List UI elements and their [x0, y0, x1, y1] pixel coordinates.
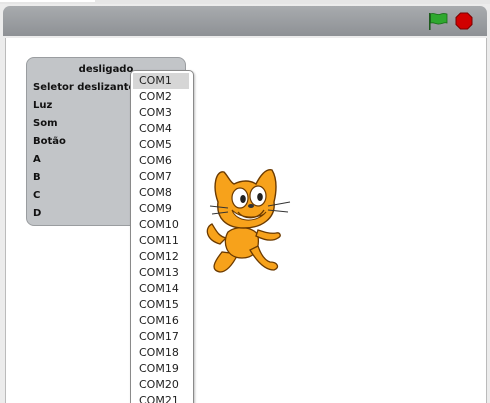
port-option-com4[interactable]: COM4	[133, 121, 189, 137]
port-option-com10[interactable]: COM10	[133, 217, 189, 233]
port-option-com18[interactable]: COM18	[133, 345, 189, 361]
port-option-com13[interactable]: COM13	[133, 265, 189, 281]
port-option-com20[interactable]: COM20	[133, 377, 189, 393]
sensor-label-c: C	[33, 190, 41, 201]
port-option-com7[interactable]: COM7	[133, 169, 189, 185]
sensor-label-b: B	[33, 172, 41, 183]
port-option-com19[interactable]: COM19	[133, 361, 189, 377]
port-option-com1[interactable]: COM1	[133, 73, 189, 89]
port-option-com3[interactable]: COM3	[133, 105, 189, 121]
port-option-com8[interactable]: COM8	[133, 185, 189, 201]
sensor-label-slider: Seletor deslizante	[33, 82, 136, 93]
top-strip	[0, 0, 490, 4]
port-option-com2[interactable]: COM2	[133, 89, 189, 105]
app-window: desligado Seletor deslizante Luz Som Bot…	[0, 0, 490, 403]
sensor-label-sound: Som	[33, 118, 58, 129]
port-option-com9[interactable]: COM9	[133, 201, 189, 217]
port-option-com15[interactable]: COM15	[133, 297, 189, 313]
top-strip-line	[0, 0, 95, 2]
stage-titlebar	[3, 6, 487, 36]
stage-canvas[interactable]: desligado Seletor deslizante Luz Som Bot…	[5, 38, 487, 403]
port-option-com11[interactable]: COM11	[133, 233, 189, 249]
port-option-com12[interactable]: COM12	[133, 249, 189, 265]
scratch-cat-sprite[interactable]	[202, 166, 298, 276]
port-option-com14[interactable]: COM14	[133, 281, 189, 297]
port-option-com17[interactable]: COM17	[133, 329, 189, 345]
port-option-com6[interactable]: COM6	[133, 153, 189, 169]
sensor-label-light: Luz	[33, 100, 53, 111]
sensor-label-a: A	[33, 154, 41, 165]
serial-port-dropdown[interactable]: COM1 COM2 COM3 COM4 COM5 COM6 COM7 COM8 …	[130, 70, 194, 403]
sensor-label-d: D	[33, 208, 42, 219]
green-flag-icon[interactable]	[427, 11, 449, 31]
port-option-com5[interactable]: COM5	[133, 137, 189, 153]
stop-icon[interactable]	[455, 12, 473, 30]
sensor-label-button: Botão	[33, 136, 66, 147]
port-option-com16[interactable]: COM16	[133, 313, 189, 329]
port-option-com21[interactable]: COM21	[133, 393, 189, 403]
